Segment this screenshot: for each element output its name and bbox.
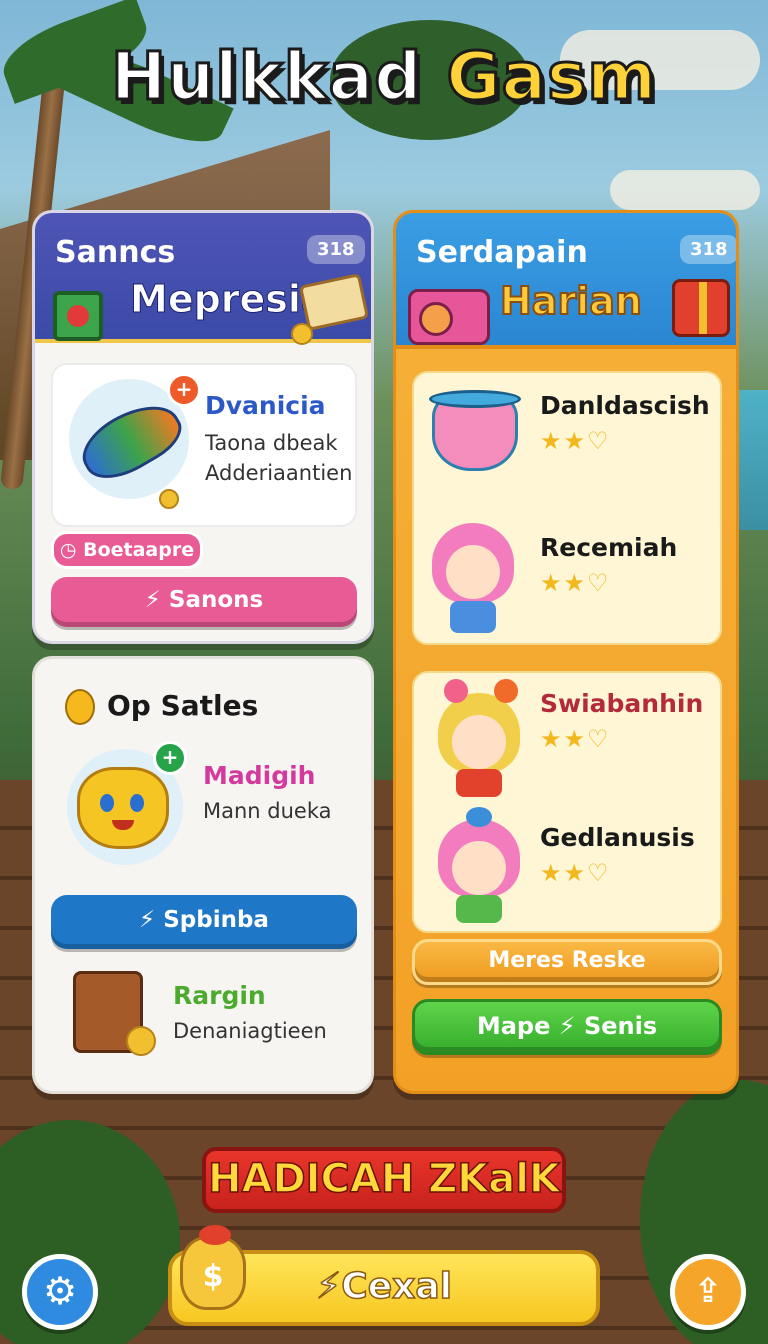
daily-panel-header: Serdapain 318 Harian xyxy=(396,213,736,349)
daily-item-name: Danldascish xyxy=(540,391,710,420)
upload-icon: ⇪ xyxy=(693,1271,723,1311)
star-creature-icon xyxy=(77,767,169,849)
side-quest-header: Op Satles xyxy=(107,689,259,722)
map-series-left: Mape xyxy=(476,1012,551,1040)
quest-item-title: Dvanicia xyxy=(205,391,326,420)
daily-card: Danldascish ★★♡ Recemiah ★★♡ xyxy=(412,371,722,645)
coin-icon xyxy=(291,323,313,345)
pot-icon xyxy=(429,390,521,471)
more-rewards-button[interactable]: Meres Reske xyxy=(412,939,722,985)
bolt-icon: ⚡ xyxy=(144,587,169,613)
daily-item-name: Gedlanusis xyxy=(540,823,695,852)
side-item-title: Madigih xyxy=(203,761,316,790)
daily-panel-subtitle: Serdapain xyxy=(416,235,588,270)
treasure-box-icon xyxy=(73,971,156,1056)
coin-icon xyxy=(159,489,179,509)
boost-pill-label: Boetaapre xyxy=(83,539,195,561)
side-item2-text: Denaniagtieen xyxy=(173,1019,327,1043)
daily-item-name: Swiabanhin xyxy=(540,689,704,718)
plus-badge-icon: + xyxy=(167,373,201,407)
daily-item-name: Recemiah xyxy=(540,533,678,562)
side-item2-title: Rargin xyxy=(173,981,266,1010)
side-action-label: Spbinba xyxy=(163,907,269,933)
quest-panel-badge: 318 xyxy=(307,235,365,264)
main-play-label: Cexal xyxy=(341,1265,453,1308)
map-series-button[interactable]: Mape ⚡ Senis xyxy=(412,999,722,1055)
fish-icon xyxy=(71,390,191,492)
quest-panel-subtitle: Sanncs xyxy=(55,235,176,270)
camera-icon xyxy=(408,289,490,345)
rating-stars: ★★♡ xyxy=(540,569,611,597)
settings-button[interactable]: ⚙ xyxy=(22,1254,98,1330)
pink-hair-girl-avatar xyxy=(432,523,514,633)
game-title-part1: Hulkkad xyxy=(109,37,423,117)
rating-stars: ★★♡ xyxy=(540,859,611,887)
side-item-text: Mann dueka xyxy=(203,799,332,823)
plus-badge-icon: + xyxy=(153,741,187,775)
pink-hair-shopper-avatar xyxy=(438,807,520,923)
quest-action-label: Sanons xyxy=(168,587,264,613)
side-action-button[interactable]: ⚡ Spbinba xyxy=(51,895,357,949)
gear-icon: ⚙ xyxy=(42,1269,78,1313)
daily-card: Swiabanhin ★★♡ Gedlanusis ★★♡ xyxy=(412,671,722,933)
bolt-icon: ⚡ xyxy=(315,1265,342,1308)
blonde-girl-avatar xyxy=(438,679,520,797)
quest-item-line1: Taona dbeak xyxy=(205,431,338,455)
quest-panel-header: Sanncs 318 Mepresia xyxy=(35,213,371,345)
quest-panel: Sanncs 318 Mepresia + Dvanicia Taona dbe… xyxy=(32,210,374,644)
event-banner: HADICAH ZKalK xyxy=(202,1147,566,1213)
bolt-icon: ⚡ xyxy=(558,1012,584,1040)
side-quest-panel: Op Satles + Madigih Mann dueka ⚡ Spbinba… xyxy=(32,656,374,1094)
cloud xyxy=(610,170,760,210)
daily-panel: Serdapain 318 Harian Danldascish ★★♡ Rec… xyxy=(393,210,739,1094)
bolt-icon: ⚡ xyxy=(139,907,164,933)
map-series-right: Senis xyxy=(583,1012,658,1040)
clock-icon: ◷ xyxy=(59,539,84,561)
gift-box-icon xyxy=(672,279,730,337)
upload-button[interactable]: ⇪ xyxy=(670,1254,746,1330)
daily-panel-title: Harian xyxy=(499,278,643,324)
frame-icon xyxy=(53,291,103,341)
rating-stars: ★★♡ xyxy=(540,427,611,455)
quest-item-card[interactable]: + Dvanicia Taona dbeak Adderiaantien xyxy=(51,363,357,527)
more-rewards-label: Meres Reske xyxy=(488,948,646,973)
boost-pill[interactable]: ◷ Boetaapre xyxy=(51,531,203,569)
quest-action-button[interactable]: ⚡ Sanons xyxy=(51,577,357,627)
daily-panel-badge: 318 xyxy=(680,235,736,264)
rating-stars: ★★♡ xyxy=(540,725,611,753)
game-title-part2: Gasm xyxy=(445,37,658,117)
money-bag-icon: $ xyxy=(180,1225,246,1310)
mango-icon xyxy=(65,689,95,725)
quest-item-line2: Adderiaantien xyxy=(205,461,353,485)
game-title: Hulkkad Gasm xyxy=(0,37,768,117)
quest-panel-title: Mepresia xyxy=(130,277,328,322)
